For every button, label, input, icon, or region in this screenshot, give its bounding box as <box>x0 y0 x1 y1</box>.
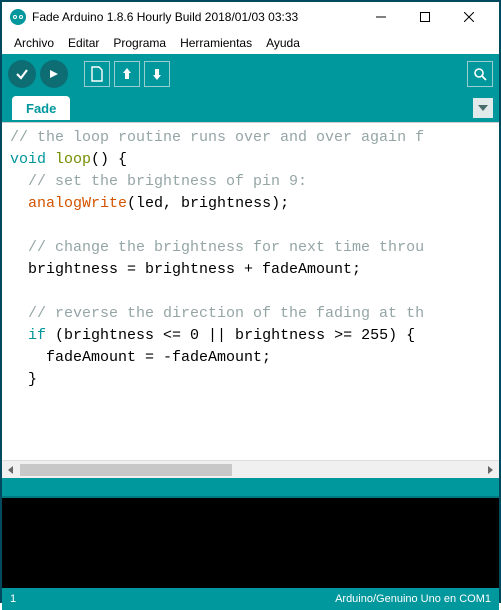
horizontal-scrollbar[interactable] <box>2 460 499 478</box>
code-text: () { <box>91 151 127 168</box>
menu-help[interactable]: Ayuda <box>260 34 306 52</box>
menu-edit[interactable]: Editar <box>62 34 105 52</box>
menubar: Archivo Editar Programa Herramientas Ayu… <box>2 32 499 54</box>
code-text: (led, brightness); <box>127 195 289 212</box>
status-board: Arduino/Genuino Uno en COM1 <box>335 593 491 605</box>
tab-menu-button[interactable] <box>473 98 493 118</box>
new-sketch-button[interactable] <box>84 61 110 87</box>
console-header <box>2 478 499 498</box>
maximize-button[interactable] <box>403 3 447 31</box>
code-text: (brightness <= 0 || brightness >= 255) { <box>46 327 415 344</box>
code-keyword: if <box>28 327 46 344</box>
verify-button[interactable] <box>8 60 36 88</box>
code-comment: // change the brightness for next time t… <box>10 239 424 256</box>
minimize-button[interactable] <box>359 3 403 31</box>
titlebar: Fade Arduino 1.8.6 Hourly Build 2018/01/… <box>2 2 499 32</box>
window-title: Fade Arduino 1.8.6 Hourly Build 2018/01/… <box>32 10 359 24</box>
open-sketch-button[interactable] <box>114 61 140 87</box>
statusbar: 1 Arduino/Genuino Uno en COM1 <box>2 588 499 610</box>
code-editor[interactable]: // the loop routine runs over and over a… <box>2 123 499 460</box>
code-text: } <box>10 371 37 388</box>
serial-monitor-button[interactable] <box>467 61 493 87</box>
code-text <box>10 327 28 344</box>
save-sketch-button[interactable] <box>144 61 170 87</box>
code-text: brightness = brightness + fadeAmount; <box>10 261 361 278</box>
code-blank <box>10 283 19 300</box>
code-comment: // set the brightness of pin 9: <box>10 173 307 190</box>
code-comment: // reverse the direction of the fading a… <box>10 305 424 322</box>
menu-tools[interactable]: Herramientas <box>174 34 258 52</box>
tab-fade[interactable]: Fade <box>12 96 70 120</box>
close-button[interactable] <box>447 3 491 31</box>
scroll-right-icon[interactable] <box>481 462 499 478</box>
code-keyword: void <box>10 151 46 168</box>
code-blank <box>10 217 19 234</box>
scroll-left-icon[interactable] <box>2 462 20 478</box>
tabbar: Fade <box>2 94 499 122</box>
toolbar <box>2 54 499 94</box>
editor-area: // the loop routine runs over and over a… <box>2 122 499 478</box>
code-comment: // the loop routine runs over and over a… <box>10 129 424 146</box>
menu-file[interactable]: Archivo <box>8 34 60 52</box>
code-text: fadeAmount = -fadeAmount; <box>10 349 271 366</box>
code-text <box>10 195 28 212</box>
code-funcname: loop <box>55 151 91 168</box>
menu-sketch[interactable]: Programa <box>107 34 172 52</box>
console-output[interactable] <box>2 498 499 588</box>
upload-button[interactable] <box>40 60 68 88</box>
code-func: analogWrite <box>28 195 127 212</box>
scroll-track[interactable] <box>20 462 481 478</box>
scroll-thumb[interactable] <box>20 464 232 476</box>
status-line-number: 1 <box>10 593 16 605</box>
arduino-app-icon <box>10 9 26 25</box>
